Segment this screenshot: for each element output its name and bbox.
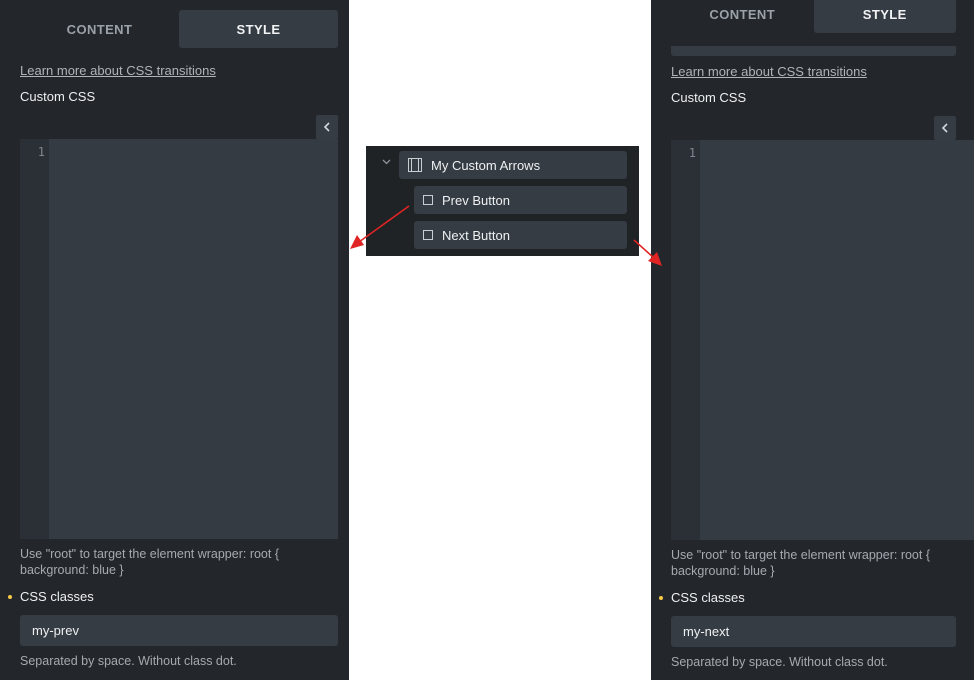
learn-more-css-transitions-link[interactable]: Learn more about CSS transitions: [671, 64, 867, 79]
chevron-left-icon: [941, 123, 948, 133]
panel-tabs: CONTENT STYLE: [20, 10, 338, 48]
structure-panel: My Custom Arrows Prev Button Next Button: [366, 146, 639, 256]
expand-toggle[interactable]: [382, 159, 391, 165]
panel-tabs: CONTENT STYLE: [671, 0, 956, 33]
custom-css-label: Custom CSS: [671, 90, 747, 105]
chevron-left-icon: [323, 122, 330, 132]
modified-indicator-dot: [659, 596, 663, 600]
square-icon: [423, 230, 433, 240]
structure-item-label: My Custom Arrows: [431, 157, 541, 173]
structure-item-prev-button[interactable]: Prev Button: [414, 186, 627, 214]
custom-css-label: Custom CSS: [20, 89, 96, 104]
editor-line-number: 1: [20, 139, 49, 539]
editor-line-number: 1: [671, 140, 700, 540]
learn-more-css-transitions-link[interactable]: Learn more about CSS transitions: [20, 63, 216, 78]
root-help-text: Use "root" to target the element wrapper…: [671, 548, 931, 578]
tab-content[interactable]: CONTENT: [671, 0, 814, 33]
square-icon: [423, 195, 433, 205]
collapse-editor-button[interactable]: [934, 116, 956, 140]
slider-frame-icon: [408, 158, 422, 172]
chevron-down-icon: [382, 159, 391, 165]
css-classes-label: CSS classes: [20, 589, 94, 604]
tab-content[interactable]: CONTENT: [20, 10, 179, 48]
structure-item-next-button[interactable]: Next Button: [414, 221, 627, 249]
editor-code-area[interactable]: [49, 139, 338, 539]
css-classes-input[interactable]: [671, 616, 956, 647]
tab-style[interactable]: STYLE: [813, 0, 956, 33]
custom-css-editor[interactable]: 1: [20, 139, 338, 539]
structure-item-label: Prev Button: [442, 192, 510, 208]
tab-style[interactable]: STYLE: [179, 10, 338, 48]
left-element-settings-panel: CONTENT STYLE Learn more about CSS trans…: [0, 0, 349, 680]
custom-css-editor[interactable]: 1: [671, 140, 974, 540]
editor-code-area[interactable]: [700, 140, 974, 540]
previous-field-edge: [671, 46, 956, 56]
css-classes-input[interactable]: [20, 615, 338, 646]
css-classes-label: CSS classes: [671, 590, 745, 605]
right-element-settings-panel: CONTENT STYLE Learn more about CSS trans…: [651, 0, 974, 680]
collapse-editor-button[interactable]: [316, 115, 338, 139]
root-help-text: Use "root" to target the element wrapper…: [20, 547, 280, 577]
separator-help-text: Separated by space. Without class dot.: [671, 655, 888, 669]
modified-indicator-dot: [8, 595, 12, 599]
separator-help-text: Separated by space. Without class dot.: [20, 654, 237, 668]
structure-item-label: Next Button: [442, 227, 510, 243]
structure-item-my-custom-arrows[interactable]: My Custom Arrows: [399, 151, 627, 179]
